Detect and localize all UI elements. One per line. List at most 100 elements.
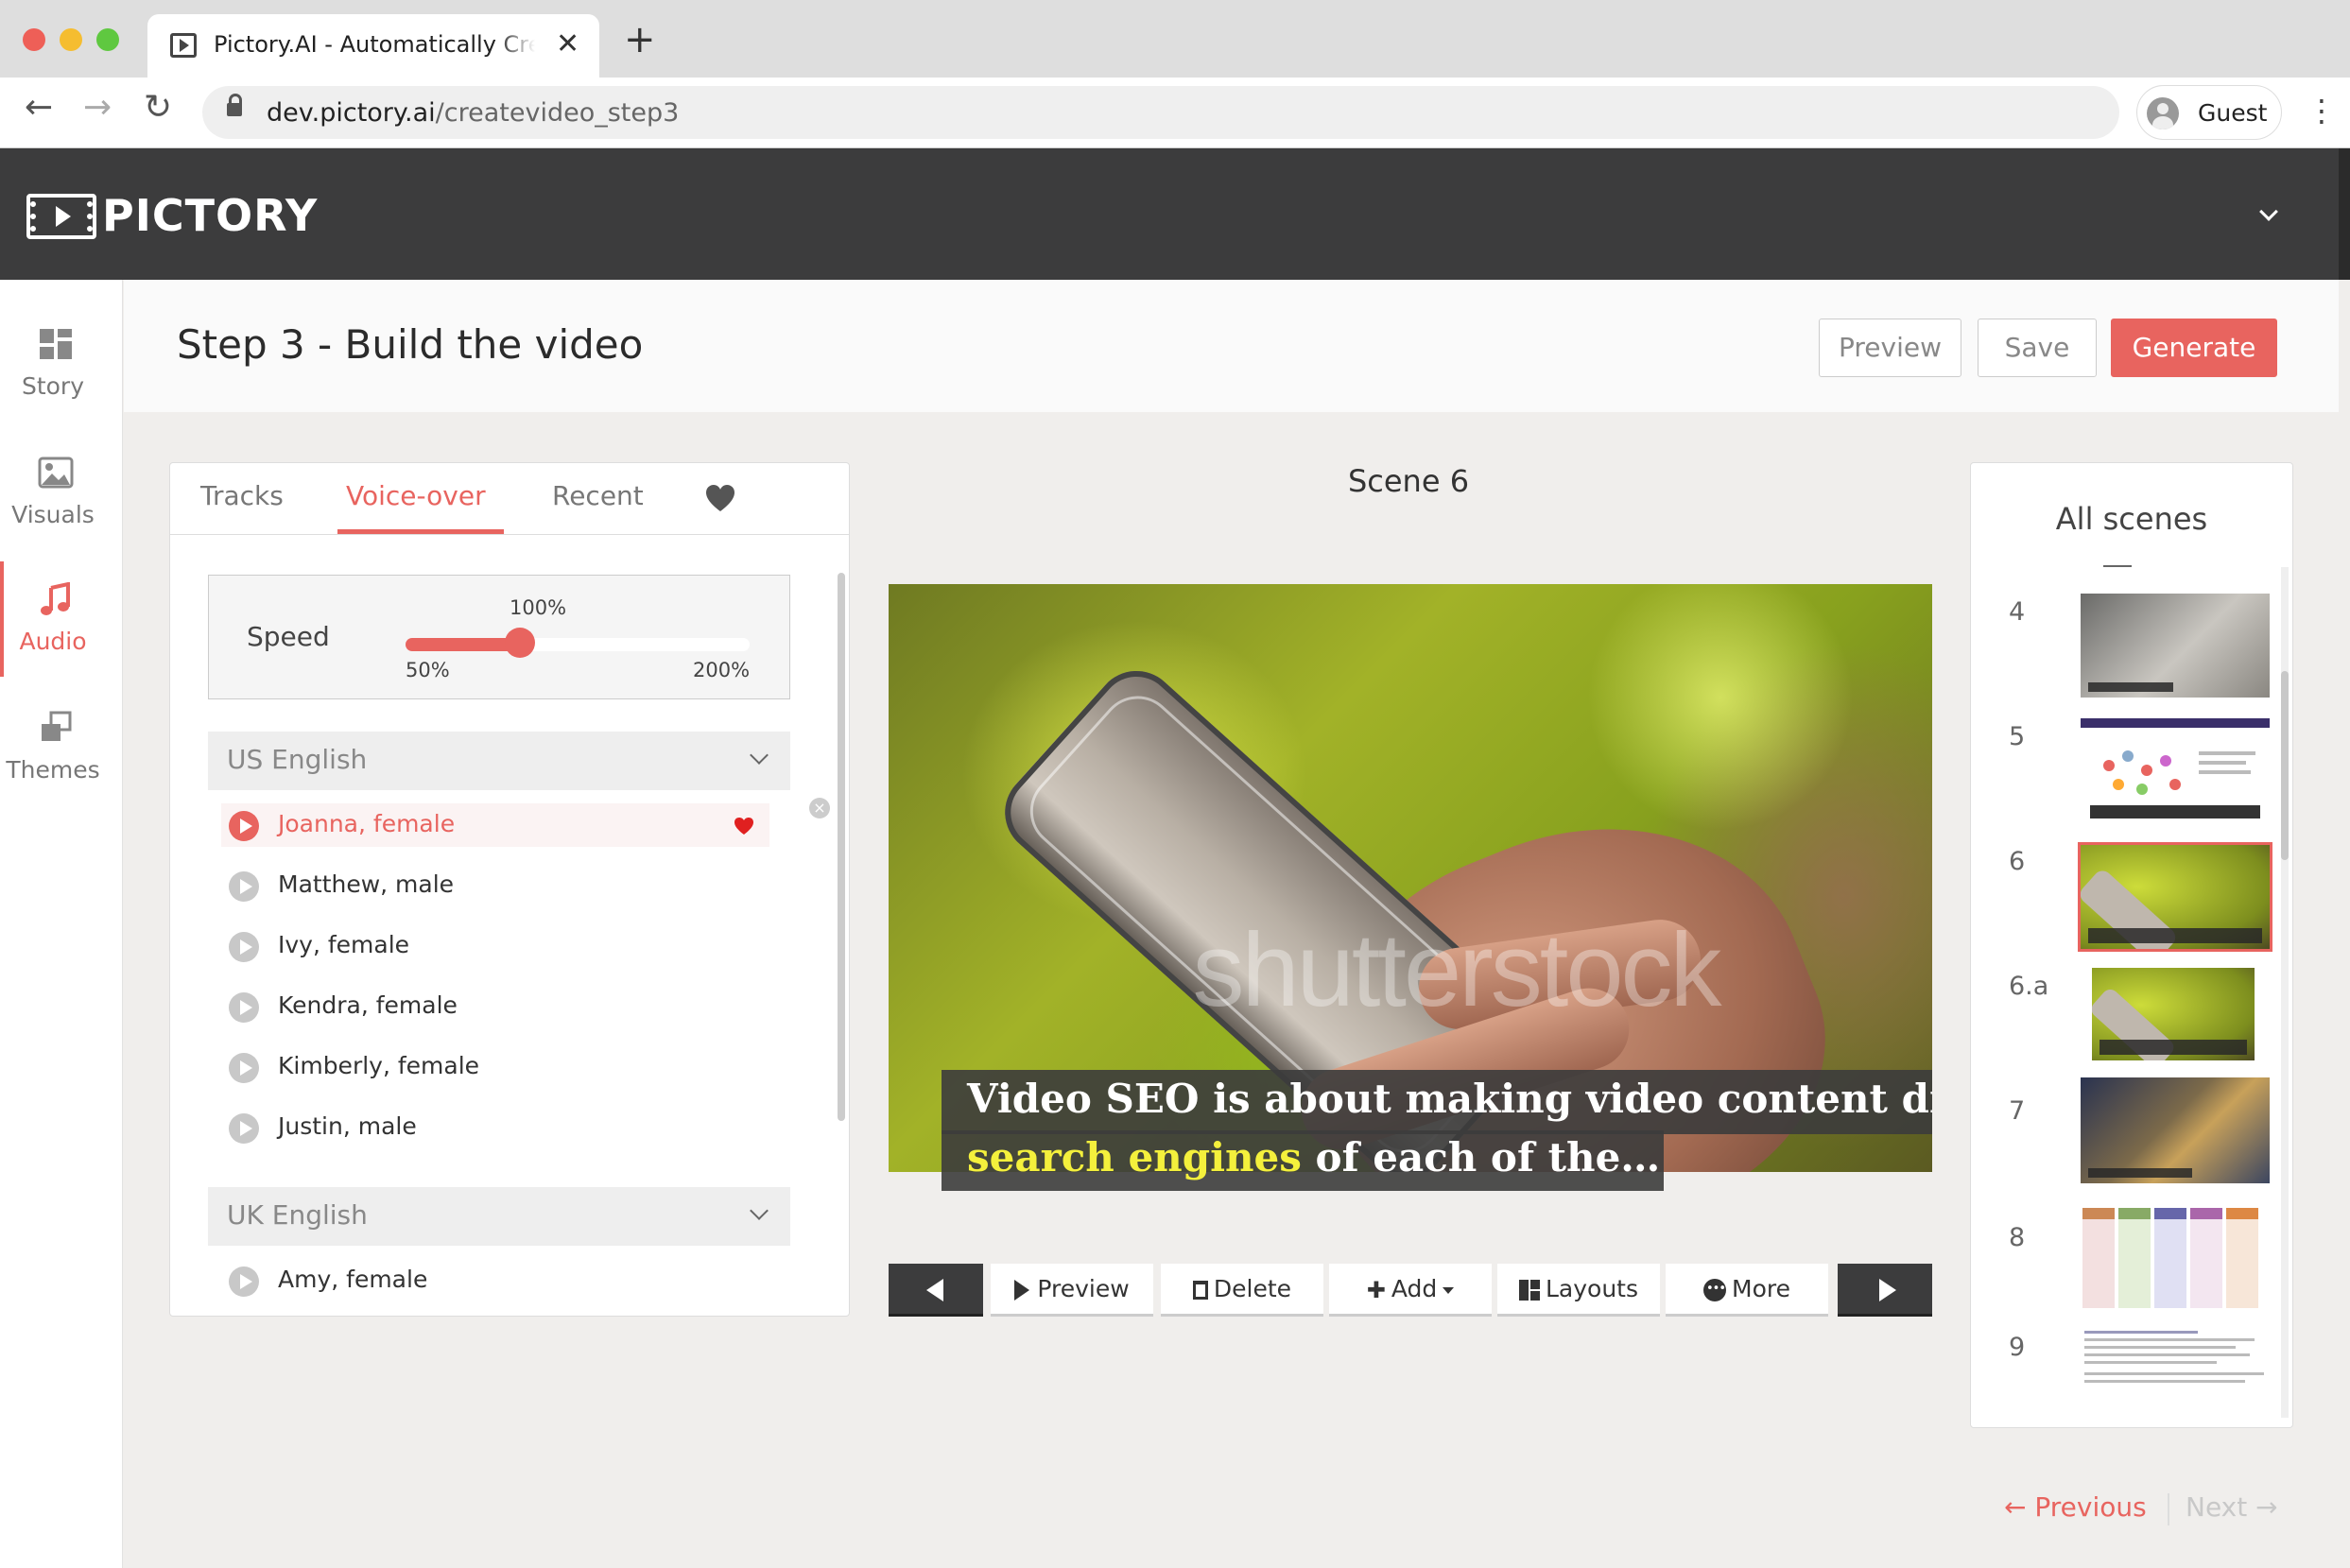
add-button[interactable]: ✚ Add (1329, 1264, 1492, 1317)
us-english-dropdown[interactable]: US English (208, 732, 790, 790)
window-minimize-button[interactable] (60, 28, 82, 51)
scene-caption[interactable]: Video SEO is about making video content … (942, 1070, 1932, 1191)
tab-tracks[interactable]: Tracks (200, 480, 284, 511)
scene-thumbnail-7[interactable] (2081, 1077, 2270, 1183)
more-button[interactable]: More (1666, 1264, 1828, 1317)
previous-scene-button[interactable] (889, 1264, 983, 1317)
browser-tab[interactable]: Pictory.AI - Automatically Create ✕ (147, 14, 599, 78)
voice-item-kendra[interactable]: Kendra, female (221, 985, 769, 1028)
voice-name: Kimberly, female (278, 1052, 480, 1079)
voice-item-joanna[interactable]: Joanna, female × (221, 798, 830, 847)
new-tab-button[interactable]: + (624, 21, 656, 59)
voice-item-ivy[interactable]: Ivy, female (221, 924, 769, 968)
scenes-scrollbar-thumb[interactable] (2281, 671, 2289, 860)
speed-slider-track[interactable] (406, 638, 750, 651)
sidebar-item-label: Themes (6, 756, 100, 784)
page-scrollbar[interactable] (2339, 148, 2350, 1568)
play-icon[interactable] (229, 992, 259, 1023)
active-tab-indicator (337, 529, 504, 534)
sidebar-item-themes[interactable]: Themes (0, 682, 123, 807)
heart-icon[interactable] (705, 484, 735, 512)
url-input[interactable]: dev.pictory.ai/createvideo_step3 (202, 86, 2119, 139)
tab-title: Pictory.AI - Automatically Create (214, 31, 535, 58)
sidebar-item-story[interactable]: Story (0, 299, 123, 423)
dropdown-label: US English (227, 744, 368, 775)
favorite-heart-icon[interactable] (734, 817, 754, 836)
remove-voice-icon[interactable]: × (809, 798, 830, 818)
dashboard-icon (40, 329, 72, 359)
chevron-down-icon (750, 1201, 769, 1220)
sidebar-item-label: Audio (19, 628, 87, 655)
logo[interactable]: PICTORY (102, 190, 318, 241)
caption-line-1: Video SEO is about making video content … (967, 1076, 1932, 1122)
back-button[interactable]: ← (25, 91, 53, 125)
play-icon[interactable] (229, 871, 259, 902)
avatar-icon (2147, 97, 2179, 129)
speed-slider-fill (406, 638, 521, 651)
all-scenes-panel: All scenes 4 5 6 6.a 7 8 9 (1970, 462, 2293, 1428)
previous-step-link[interactable]: ← Previous (2004, 1491, 2147, 1523)
reload-button[interactable]: ↻ (144, 91, 172, 125)
sidebar-item-visuals[interactable]: Visuals (0, 427, 123, 552)
panel-scrollbar[interactable] (838, 573, 845, 1121)
tab-close-icon[interactable]: ✕ (556, 27, 579, 60)
thumb-caption (2088, 928, 2262, 943)
profile-button[interactable]: Guest (2136, 85, 2282, 140)
tab-voice-over[interactable]: Voice-over (346, 480, 486, 511)
voice-name: Joanna, female (278, 810, 456, 837)
delete-label: Delete (1213, 1275, 1292, 1302)
scene-thumbnail-4[interactable] (2081, 594, 2270, 698)
generate-button[interactable]: Generate (2111, 319, 2277, 377)
scene-number: 4 (2009, 597, 2026, 627)
document-lines-icon (2084, 1331, 2264, 1383)
chevron-down-icon[interactable] (2259, 202, 2278, 221)
lock-icon (227, 94, 242, 116)
voice-item-matthew[interactable]: Matthew, male (221, 864, 769, 907)
sidebar-item-audio[interactable]: Audio (0, 554, 123, 679)
dropdown-label: UK English (227, 1199, 368, 1231)
speed-slider-handle[interactable] (505, 628, 536, 658)
image-icon (38, 457, 74, 489)
voice-name: Matthew, male (278, 870, 455, 898)
film-logo-icon (26, 194, 96, 239)
more-icon (1703, 1264, 1726, 1315)
scene-preview-button[interactable]: Preview (991, 1264, 1153, 1317)
caption-rest: of each of the… (1301, 1134, 1661, 1180)
scene-thumbnail-5[interactable] (2081, 718, 2270, 822)
step-header: Step 3 - Build the video Preview Save Ge… (124, 280, 2339, 412)
next-scene-button[interactable] (1838, 1264, 1932, 1317)
window-close-button[interactable] (23, 28, 45, 51)
sidebar-item-label: Visuals (11, 501, 95, 528)
preview-button[interactable]: Preview (1819, 319, 1961, 377)
url-domain: dev.pictory.ai (267, 98, 436, 128)
caption-highlight: search engines (967, 1134, 1302, 1180)
scene-thumbnail-8[interactable] (2081, 1206, 2270, 1310)
play-icon[interactable] (229, 1266, 259, 1297)
audio-tabs: Tracks Voice-over Recent (170, 463, 849, 535)
voice-item-amy[interactable]: Amy, female (221, 1259, 769, 1302)
forward-button[interactable]: → (83, 91, 112, 125)
voice-item-kimberly[interactable]: Kimberly, female (221, 1045, 769, 1089)
scene-thumbnail-6[interactable] (2078, 842, 2272, 952)
play-icon[interactable] (229, 932, 259, 962)
voice-item-justin[interactable]: Justin, male (221, 1106, 769, 1149)
save-button[interactable]: Save (1978, 319, 2097, 377)
scene-number: 9 (2009, 1333, 2026, 1362)
next-step-link[interactable]: Next → (2186, 1491, 2278, 1523)
layouts-button[interactable]: Layouts (1497, 1264, 1660, 1317)
tab-recent[interactable]: Recent (552, 480, 644, 511)
play-icon[interactable] (229, 811, 259, 841)
sidebar-item-label: Story (21, 372, 85, 400)
play-icon[interactable] (229, 1053, 259, 1083)
scene-thumbnail-6a[interactable] (2092, 968, 2255, 1060)
delete-scene-button[interactable]: Delete (1161, 1264, 1323, 1317)
scene-number: 8 (2009, 1223, 2026, 1252)
play-icon[interactable] (229, 1113, 259, 1144)
uk-english-dropdown[interactable]: UK English (208, 1187, 790, 1246)
scene-thumbnail-9[interactable] (2081, 1327, 2270, 1393)
page-scrollbar-top (2339, 148, 2350, 280)
browser-menu-icon[interactable]: ⋮ (2307, 93, 2337, 129)
voice-name: Justin, male (278, 1112, 417, 1140)
watermark: shutterstock (1192, 912, 1721, 1028)
window-zoom-button[interactable] (96, 28, 119, 51)
